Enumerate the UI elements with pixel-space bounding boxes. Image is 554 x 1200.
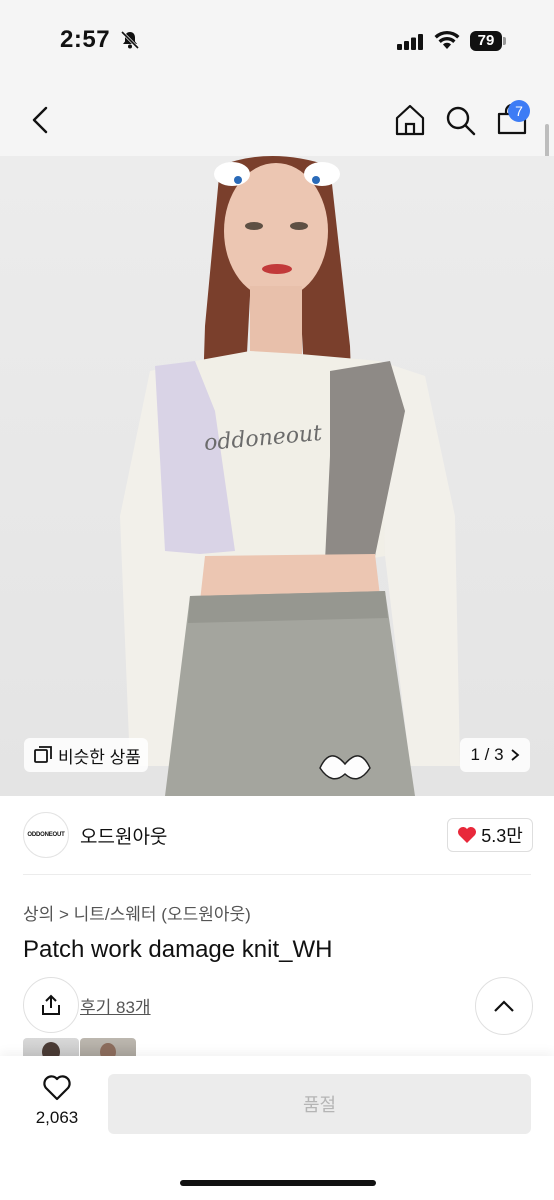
wifi-icon — [434, 30, 460, 49]
home-indicator — [180, 1180, 376, 1186]
sold-out-button[interactable]: 품절 — [108, 1074, 531, 1134]
search-icon[interactable] — [442, 102, 478, 138]
product-image-carousel[interactable]: oddoneout — [0, 156, 554, 796]
heart-filled-icon — [458, 827, 477, 843]
home-icon[interactable] — [392, 102, 428, 138]
product-photo — [120, 156, 460, 796]
divider — [23, 874, 531, 875]
image-page-indicator[interactable]: 1 / 3 — [460, 738, 530, 772]
cellular-signal-icon — [397, 34, 423, 50]
heart-outline-icon — [43, 1075, 71, 1101]
share-icon — [42, 994, 60, 1015]
reviews-link[interactable]: 후기 83개 — [80, 993, 151, 1018]
page-indicator-text: 1 / 3 — [470, 745, 504, 764]
brand-like-count: 5.3만 — [481, 826, 523, 846]
copy-stack-icon — [34, 746, 52, 763]
review-photo — [100, 1043, 116, 1058]
battery-level: 79 — [470, 31, 502, 51]
chevron-up-icon — [494, 1000, 514, 1012]
similar-products-label: 비슷한 상품 — [58, 747, 141, 767]
similar-products-button[interactable]: 비슷한 상품 — [24, 738, 148, 772]
wishlist-count: 2,063 — [35, 1108, 79, 1127]
brand-logo[interactable]: ODDONEOUT — [23, 812, 69, 858]
chevron-right-icon — [510, 749, 519, 761]
cart-count-badge: 7 — [508, 100, 530, 122]
review-thumbnail[interactable] — [23, 1038, 79, 1058]
product-title: Patch work damage knit_WH — [23, 936, 333, 963]
review-thumbnail[interactable] — [80, 1038, 136, 1058]
category-breadcrumb[interactable]: 상의 > 니트/스웨터 (오드원아웃) — [23, 900, 251, 925]
review-photo — [42, 1042, 60, 1058]
back-arrow-icon[interactable] — [22, 102, 58, 138]
battery-tip — [503, 37, 506, 45]
bell-slash-icon — [120, 30, 140, 50]
brand-name[interactable]: 오드원아웃 — [80, 822, 167, 849]
share-button[interactable] — [23, 977, 79, 1033]
brand-like-button[interactable]: 5.3만 — [447, 818, 533, 852]
status-time: 2:57 — [60, 26, 111, 53]
scroll-top-button[interactable] — [475, 977, 533, 1035]
